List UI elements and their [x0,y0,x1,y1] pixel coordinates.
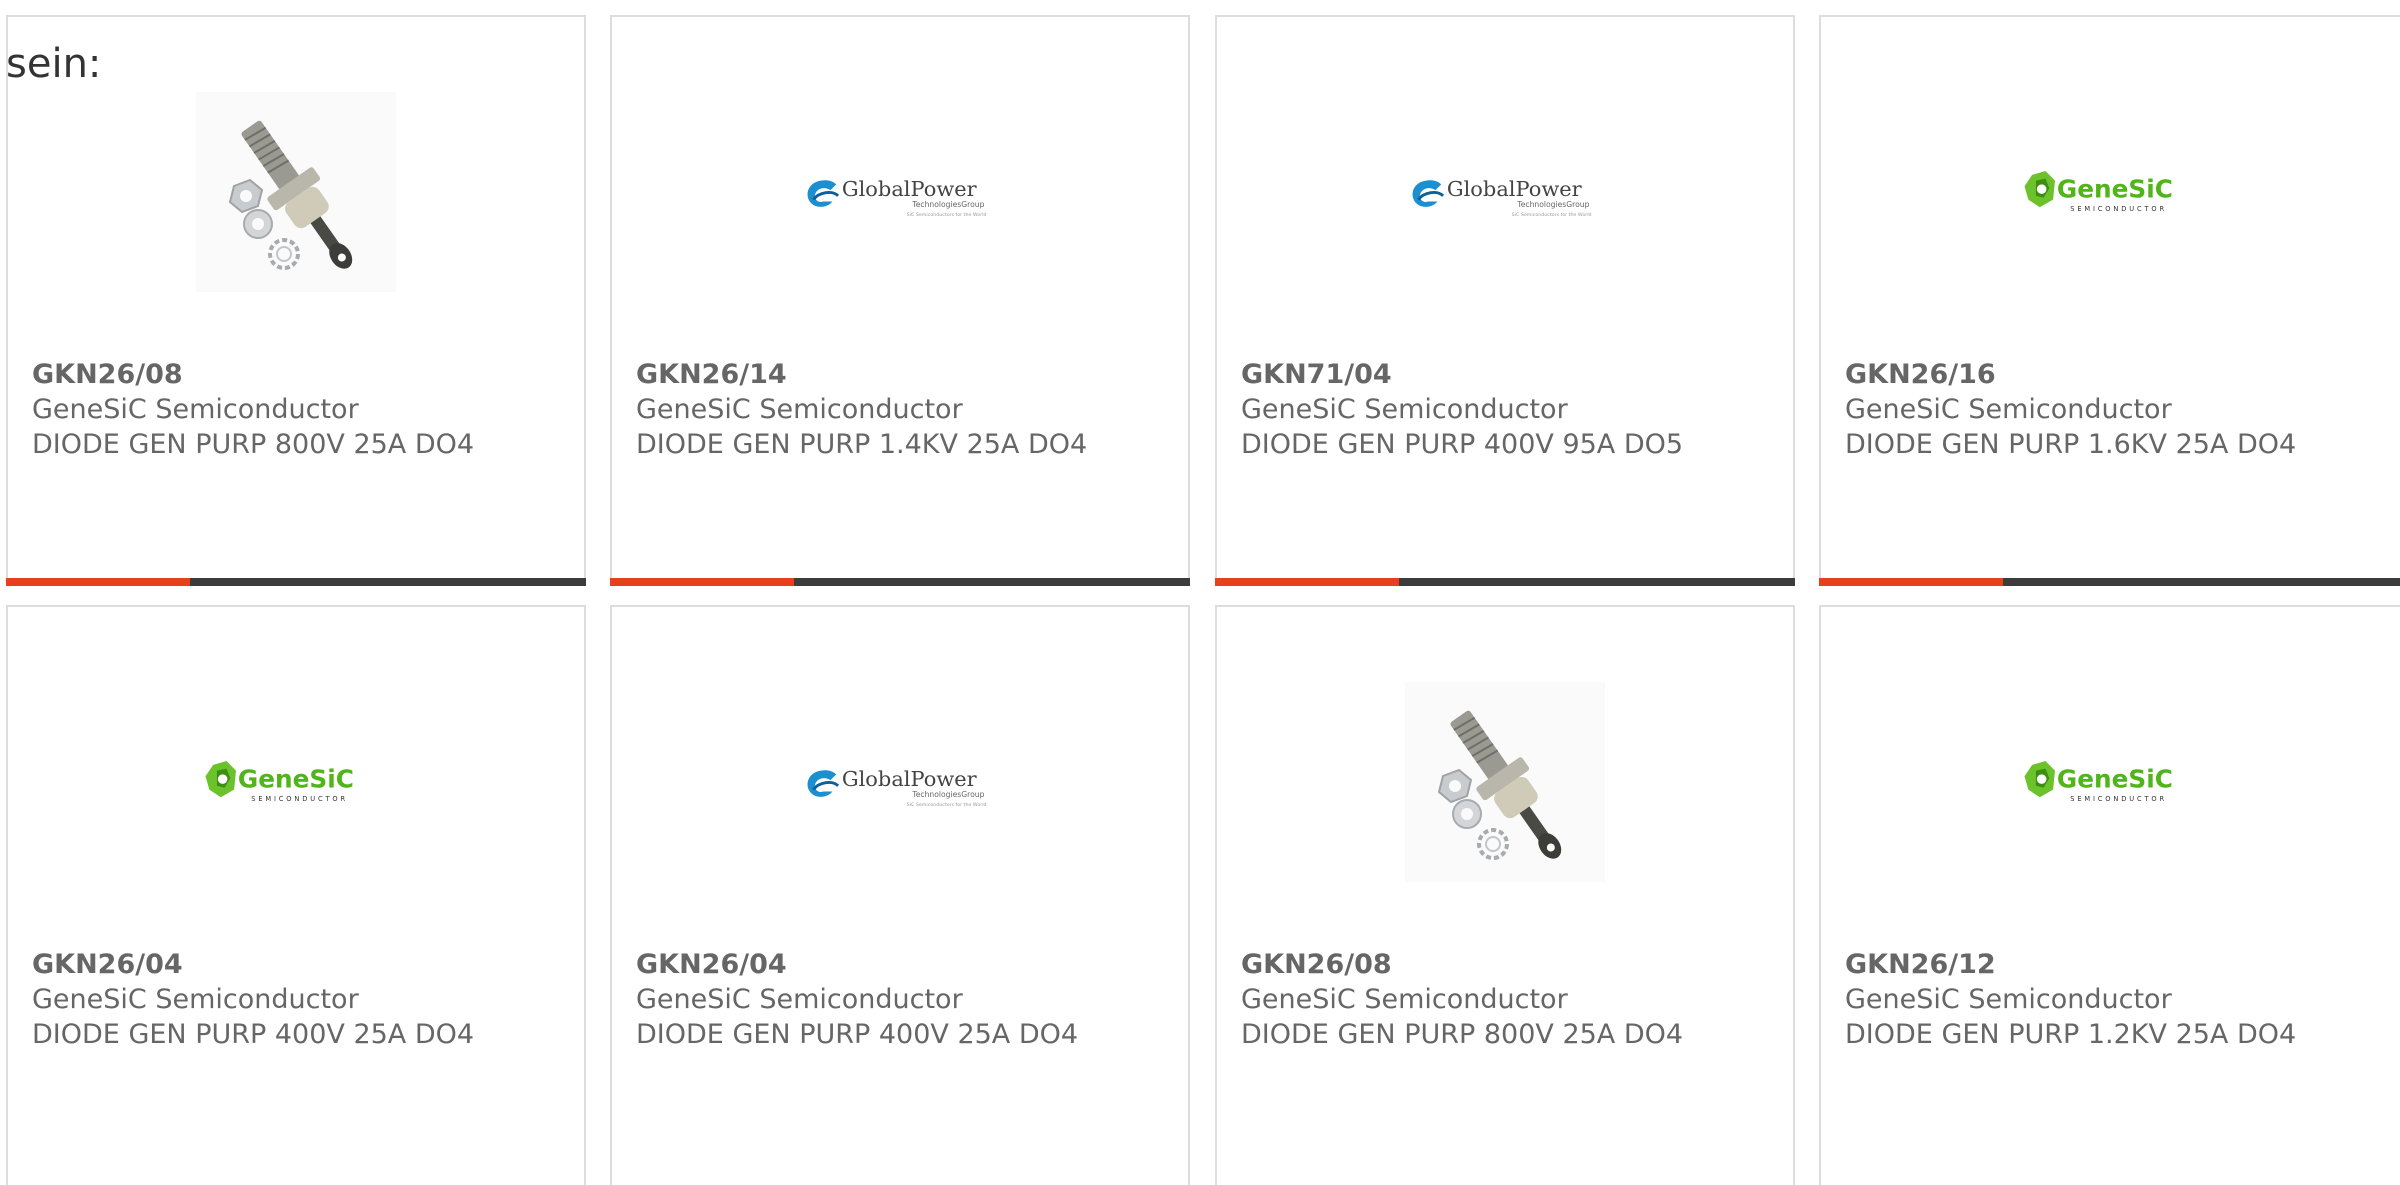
globalpower-logo[interactable]: GlobalPower TechnologiesGroup SiC Semico… [800,682,1000,882]
bar-accent [610,578,794,586]
product-card[interactable]: GeneSiC SEMICONDUCTOR GKN26/04 GeneSiC S… [6,605,586,1185]
product-info: GKN26/08 GeneSiC Semiconductor DIODE GEN… [1241,947,1683,1052]
logo-name: GlobalPower [842,767,978,791]
product-info: GKN26/04 GeneSiC Semiconductor DIODE GEN… [636,947,1078,1052]
logo-tagline: SiC Semiconductors for the World [907,212,987,218]
manufacturer: GeneSiC Semiconductor [1241,394,1568,425]
logo-sub: SEMICONDUCTOR [2070,205,2167,213]
diode-stud-photo[interactable] [196,92,396,292]
lead-text: sein: [6,41,102,87]
product-card[interactable]: GlobalPower TechnologiesGroup SiC Semico… [1215,15,1795,586]
card-bottom-bar [1215,578,1795,586]
description: DIODE GEN PURP 1.2KV 25A DO4 [1845,1019,2297,1050]
bar-accent [1819,578,2003,586]
logo-name: GlobalPower [842,177,978,201]
part-number[interactable]: GKN26/04 [32,947,474,982]
part-number[interactable]: GKN71/04 [1241,357,1683,392]
bar-accent [1215,578,1399,586]
logo-tagline: SiC Semiconductors for the World [907,802,987,808]
part-number[interactable]: GKN26/14 [636,357,1087,392]
product-info: GKN26/12 GeneSiC Semiconductor DIODE GEN… [1845,947,2296,1052]
product-info: GKN26/14 GeneSiC Semiconductor DIODE GEN… [636,357,1087,462]
product-info: GKN26/16 GeneSiC Semiconductor DIODE GEN… [1845,357,2296,462]
product-card[interactable]: GeneSiC SEMICONDUCTOR GKN26/16 GeneSiC S… [1819,15,2400,586]
card-bottom-bar [610,578,1190,586]
product-info: GKN71/04 GeneSiC Semiconductor DIODE GEN… [1241,357,1683,462]
bar-rest [1399,578,1795,586]
genesic-logo[interactable]: GeneSiC SEMICONDUCTOR [2015,92,2215,292]
product-info: GKN26/04 GeneSiC Semiconductor DIODE GEN… [32,947,474,1052]
logo-sub: TechnologiesGroup [911,200,984,209]
manufacturer: GeneSiC Semiconductor [32,394,359,425]
bar-rest [794,578,1190,586]
logo-name: GeneSiC [2057,765,2173,794]
bar-rest [2003,578,2400,586]
product-card[interactable]: GKN26/08 GeneSiC Semiconductor DIODE GEN… [6,15,586,586]
manufacturer: GeneSiC Semiconductor [32,984,359,1015]
description: DIODE GEN PURP 400V 95A DO5 [1241,429,1684,460]
part-number[interactable]: GKN26/08 [32,357,474,392]
part-number[interactable]: GKN26/12 [1845,947,2296,982]
description: DIODE GEN PURP 400V 25A DO4 [636,1019,1079,1050]
logo-sub: TechnologiesGroup [1516,200,1589,209]
diode-stud-photo[interactable] [1405,682,1605,882]
part-number[interactable]: GKN26/16 [1845,357,2296,392]
product-card[interactable]: GlobalPower TechnologiesGroup SiC Semico… [610,15,1190,586]
description: DIODE GEN PURP 800V 25A DO4 [1241,1019,1684,1050]
logo-sub: TechnologiesGroup [911,790,984,799]
product-grid: GKN26/08 GeneSiC Semiconductor DIODE GEN… [0,0,2400,1185]
product-card[interactable]: GeneSiC SEMICONDUCTOR GKN26/12 GeneSiC S… [1819,605,2400,1185]
globalpower-logo[interactable]: GlobalPower TechnologiesGroup SiC Semico… [800,92,1000,292]
logo-sub: SEMICONDUCTOR [2070,795,2167,803]
card-bottom-bar [1819,578,2400,586]
logo-tagline: SiC Semiconductors for the World [1512,212,1592,218]
logo-sub: SEMICONDUCTOR [251,795,348,803]
manufacturer: GeneSiC Semiconductor [636,984,963,1015]
genesic-logo[interactable]: GeneSiC SEMICONDUCTOR [196,682,396,882]
product-card[interactable]: GKN26/08 GeneSiC Semiconductor DIODE GEN… [1215,605,1795,1185]
manufacturer: GeneSiC Semiconductor [1241,984,1568,1015]
bar-accent [6,578,190,586]
genesic-logo[interactable]: GeneSiC SEMICONDUCTOR [2015,682,2215,882]
logo-name: GeneSiC [238,765,354,794]
description: DIODE GEN PURP 800V 25A DO4 [32,429,475,460]
part-number[interactable]: GKN26/08 [1241,947,1683,982]
logo-name: GeneSiC [2057,175,2173,204]
description: DIODE GEN PURP 1.4KV 25A DO4 [636,429,1088,460]
product-card[interactable]: GlobalPower TechnologiesGroup SiC Semico… [610,605,1190,1185]
description: DIODE GEN PURP 1.6KV 25A DO4 [1845,429,2297,460]
manufacturer: GeneSiC Semiconductor [1845,984,2172,1015]
product-info: GKN26/08 GeneSiC Semiconductor DIODE GEN… [32,357,474,462]
card-bottom-bar [6,578,586,586]
description: DIODE GEN PURP 400V 25A DO4 [32,1019,475,1050]
manufacturer: GeneSiC Semiconductor [636,394,963,425]
logo-name: GlobalPower [1447,177,1583,201]
bar-rest [190,578,586,586]
part-number[interactable]: GKN26/04 [636,947,1078,982]
manufacturer: GeneSiC Semiconductor [1845,394,2172,425]
globalpower-logo[interactable]: GlobalPower TechnologiesGroup SiC Semico… [1405,92,1605,292]
